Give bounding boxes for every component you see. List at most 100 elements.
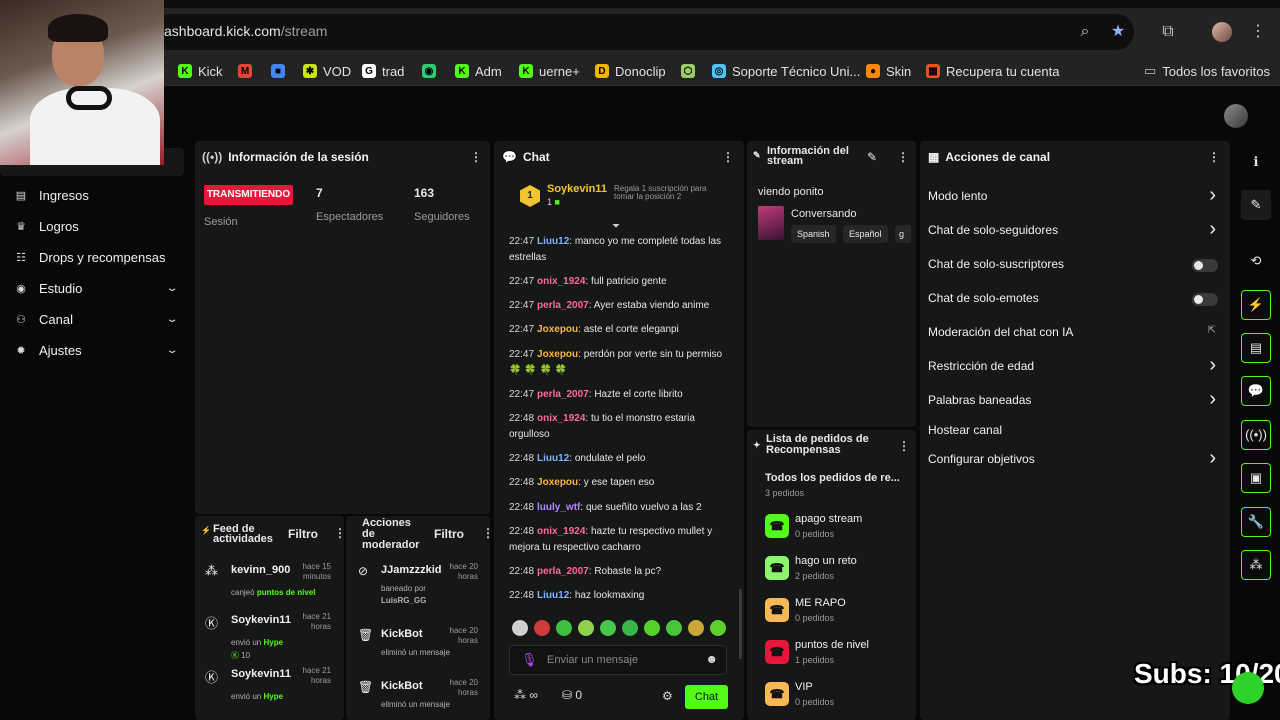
channel-actions-menu-icon[interactable]: ⋮ [1208, 150, 1220, 164]
activity-menu-icon[interactable]: ⋮ [334, 526, 346, 540]
toggle-switch[interactable] [1192, 259, 1218, 272]
bookmark-star-icon[interactable]: ★ [1108, 22, 1128, 42]
channel-action-2[interactable]: Chat de solo-suscriptores [928, 257, 1222, 275]
mod-menu-icon[interactable]: ⋮ [482, 526, 494, 540]
bookmark-1[interactable]: M [238, 62, 252, 80]
mod-user[interactable]: JJamzzzkid [381, 564, 442, 576]
channel-action-4[interactable]: Moderación del chat con IA ⇱ [928, 325, 1222, 343]
activity-user[interactable]: Soykevin11 [231, 614, 291, 626]
sidebar-item-ingresos[interactable]: ▤ Ingresos [14, 184, 182, 206]
emote-icon[interactable] [556, 620, 572, 636]
bookmark-7[interactable]: Kuerne+ [519, 62, 580, 80]
reward-name[interactable]: ME RAPO [795, 597, 846, 609]
points-widget-icon[interactable]: ⁂ [1241, 550, 1271, 580]
channel-action-1[interactable]: Chat de solo-seguidores › [928, 218, 1222, 241]
channel-action-8[interactable]: Configurar objetivos › [928, 447, 1222, 470]
send-chat-button[interactable]: Chat [685, 685, 728, 709]
reset-layout-icon[interactable]: ⟲ [1241, 246, 1271, 276]
bookmark-11[interactable]: ● Skin [866, 62, 911, 80]
mod-filter-button[interactable]: Filtro [434, 527, 464, 541]
chat-widget-icon[interactable]: 💬 [1241, 376, 1271, 406]
profile-avatar-icon[interactable] [1212, 22, 1232, 42]
reward-name[interactable]: apago stream [795, 513, 862, 525]
bookmark-10[interactable]: ◎ Soporte Técnico Uni... [712, 62, 860, 80]
sidebar-item-drops-y-recompensas[interactable]: ☷ Drops y recompensas [14, 246, 182, 268]
chat-settings-icon[interactable]: ⚙ [662, 689, 673, 703]
sidebar-item-logros[interactable]: ♛ Logros [14, 215, 182, 237]
emote-icon[interactable] [644, 620, 660, 636]
chat-username[interactable]: Joxepou [537, 324, 578, 335]
address-bar[interactable]: ashboard.kick.com/stream ⌕ ★ [150, 14, 1134, 50]
activity-user[interactable]: Soykevin11 [231, 668, 291, 680]
edit-layout-icon[interactable]: ✎ [1241, 190, 1271, 220]
emote-icon[interactable] [688, 620, 704, 636]
chat-username[interactable]: Liuu12 [537, 590, 569, 601]
channel-points[interactable]: ⁂ ∞ [514, 688, 538, 702]
sidebar-item-estudio[interactable]: ◉ Estudio ⌄ [14, 277, 182, 299]
emote-icon[interactable] [512, 620, 528, 636]
mod-user[interactable]: KickBot [381, 680, 423, 692]
emote-icon[interactable] [710, 620, 726, 636]
channel-action-5[interactable]: Restricción de edad › [928, 354, 1222, 377]
more-vertical-icon[interactable]: ⋮ [1248, 22, 1268, 42]
all-bookmarks[interactable]: ▭ Todos los favoritos [1144, 62, 1270, 80]
stream-info-menu-icon[interactable]: ⋮ [897, 150, 909, 164]
chat-username[interactable]: luuly_wtf [537, 502, 580, 513]
tools-widget-icon[interactable]: 🔧 [1241, 507, 1271, 537]
channel-action-7[interactable]: Hostear canal [928, 423, 1222, 441]
chat-username[interactable]: Liuu12 [537, 236, 569, 247]
chevron-right-icon[interactable]: › [1209, 354, 1216, 377]
emote-icon[interactable] [600, 620, 616, 636]
chat-username[interactable]: Liuu12 [537, 453, 569, 464]
tag-more[interactable]: g [895, 225, 911, 243]
chevron-right-icon[interactable]: › [1209, 218, 1216, 241]
bookmark-2[interactable]: ■ [271, 62, 285, 80]
bookmark-12[interactable]: ▦ Recupera tu cuenta [926, 62, 1059, 80]
chat-username[interactable]: perla_2007 [537, 300, 589, 311]
kicks-balance[interactable]: ⛁ 0 [562, 688, 582, 702]
emote-icon[interactable] [578, 620, 594, 636]
bookmark-0[interactable]: K Kick [178, 62, 223, 80]
chat-username[interactable]: onix_1924 [537, 413, 585, 424]
emote-icon[interactable] [534, 620, 550, 636]
chevron-down-icon[interactable]: ⌄ [165, 345, 178, 356]
zoom-icon[interactable]: ⌕ [1075, 22, 1095, 42]
mod-widget-icon[interactable]: ▣ [1241, 463, 1271, 493]
emote-icon[interactable] [622, 620, 638, 636]
tag-espanol[interactable]: Español [843, 225, 888, 243]
activity-user[interactable]: kevinn_900 [231, 564, 290, 576]
bookmark-5[interactable]: ◉ [422, 62, 436, 80]
channel-action-0[interactable]: Modo lento › [928, 184, 1222, 207]
broadcast-widget-icon[interactable]: ((•)) [1241, 420, 1271, 450]
sidebar-item-canal[interactable]: ⚇ Canal ⌄ [14, 308, 182, 330]
activity-filter-button[interactable]: Filtro [288, 527, 318, 541]
notes-icon[interactable]: ▤ [1241, 333, 1271, 363]
chat-scrollbar[interactable] [739, 589, 742, 659]
chat-username[interactable]: perla_2007 [537, 389, 589, 400]
toggle-switch[interactable] [1192, 293, 1218, 306]
channel-action-6[interactable]: Palabras baneadas › [928, 388, 1222, 411]
chevron-right-icon[interactable]: › [1209, 447, 1216, 470]
external-link-icon[interactable]: ⇱ [1208, 325, 1216, 336]
session-menu-icon[interactable]: ⋮ [470, 150, 482, 164]
chevron-down-icon[interactable]: ⏷ [612, 221, 620, 232]
chat-username[interactable]: onix_1924 [537, 276, 585, 287]
emoji-icon[interactable]: ☻ [705, 652, 718, 666]
chat-username[interactable]: perla_2007 [537, 566, 589, 577]
sidebar-item-ajustes[interactable]: ✹ Ajustes ⌄ [14, 339, 182, 361]
quick-actions-icon[interactable]: ⚡ [1241, 290, 1271, 320]
channel-action-3[interactable]: Chat de solo-emotes [928, 291, 1222, 309]
chevron-down-icon[interactable]: ⌄ [165, 283, 178, 294]
tag-spanish[interactable]: Spanish [791, 225, 836, 243]
bookmark-9[interactable]: ⬡ [681, 62, 695, 80]
edit-stream-icon[interactable]: ✎ [867, 150, 877, 164]
reward-name[interactable]: puntos de nivel [795, 639, 869, 651]
chat-menu-icon[interactable]: ⋮ [722, 150, 734, 164]
chat-username[interactable]: Joxepou [537, 349, 578, 360]
bookmark-6[interactable]: K Adm [455, 62, 502, 80]
chevron-down-icon[interactable]: ⌄ [165, 314, 178, 325]
chevron-right-icon[interactable]: › [1209, 388, 1216, 411]
chat-username[interactable]: onix_1924 [537, 526, 585, 537]
chevron-right-icon[interactable]: › [1209, 184, 1216, 207]
mod-user[interactable]: KickBot [381, 628, 423, 640]
